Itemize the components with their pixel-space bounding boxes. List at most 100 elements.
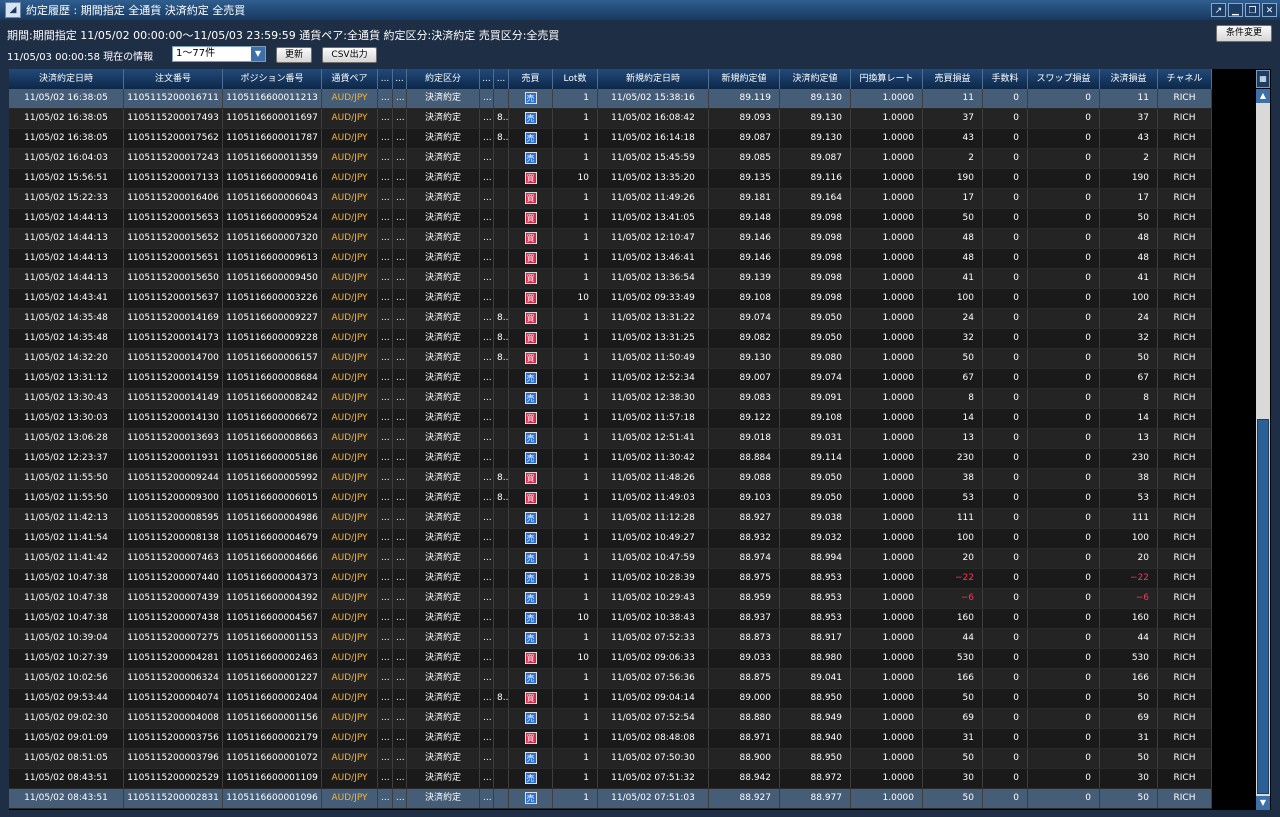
table-row[interactable]: 11/05/02 11:41:42 1105115200007463 1105116…: [9, 549, 1212, 569]
col-header-settle-time[interactable]: 決済約定日時: [9, 69, 124, 89]
cell-col-a: ...: [378, 109, 393, 128]
col-header-trade-type[interactable]: 約定区分: [407, 69, 480, 89]
table-row[interactable]: 11/05/02 08:43:51 1105115200002529 1105116…: [9, 769, 1212, 789]
table-row[interactable]: 11/05/02 13:30:03 1105115200014130 1105116…: [9, 409, 1212, 429]
cell-settle-pnl: 48: [1100, 229, 1158, 248]
col-header-side[interactable]: 売買: [509, 69, 553, 89]
scroll-up-icon[interactable]: ▲: [1256, 89, 1270, 103]
change-conditions-button[interactable]: 条件変更: [1216, 25, 1272, 42]
pin-icon[interactable]: ↗: [1211, 3, 1226, 17]
table-row[interactable]: 11/05/02 14:35:48 1105115200014169 1105116…: [9, 309, 1212, 329]
table-row[interactable]: 11/05/02 11:41:54 1105115200008138 1105116…: [9, 529, 1212, 549]
col-header-channel[interactable]: チャネル: [1158, 69, 1212, 89]
cell-swap-pnl: 0: [1028, 529, 1100, 548]
cell-lots: 1: [553, 449, 598, 468]
table-row[interactable]: 11/05/02 13:06:28 1105115200013693 1105116…: [9, 429, 1212, 449]
col-header-yen-rate[interactable]: 円換算レート: [851, 69, 923, 89]
cell-open-time: 11/05/02 10:49:27: [598, 529, 709, 548]
col-header-settle-pnl[interactable]: 決済損益: [1100, 69, 1158, 89]
cell-lots: 1: [553, 589, 598, 608]
col-header-order-no[interactable]: 注文番号: [124, 69, 223, 89]
col-header-col-c[interactable]: ...: [480, 69, 494, 89]
table-row[interactable]: 11/05/02 11:42:13 1105115200008595 1105116…: [9, 509, 1212, 529]
table-row[interactable]: 11/05/02 10:39:04 1105115200007275 1105116…: [9, 629, 1212, 649]
col-header-open-price[interactable]: 新規約定値: [709, 69, 780, 89]
range-select[interactable]: 1～77件 ▼: [172, 46, 266, 62]
cell-swap-pnl: 0: [1028, 209, 1100, 228]
table-row[interactable]: 11/05/02 16:38:05 1105115200017493 1105116…: [9, 109, 1212, 129]
cell-col-d: [494, 509, 509, 528]
sell-badge: 売: [524, 571, 537, 584]
col-header-lots[interactable]: Lot数: [553, 69, 598, 89]
table-row[interactable]: 11/05/02 10:47:38 1105115200007438 1105116…: [9, 609, 1212, 629]
cell-col-d: [494, 169, 509, 188]
close-icon[interactable]: ✕: [1262, 3, 1277, 17]
table-row[interactable]: 11/05/02 11:55:50 1105115200009244 1105116…: [9, 469, 1212, 489]
cell-currency-pair: AUD/JPY: [322, 449, 378, 468]
cell-col-d: 8...: [494, 129, 509, 148]
cell-trade-type: 決済約定: [407, 769, 480, 788]
col-header-open-time[interactable]: 新規約定日時: [598, 69, 709, 89]
table-row[interactable]: 11/05/02 16:38:05 1105115200017562 1105116…: [9, 129, 1212, 149]
table-row[interactable]: 11/05/02 16:38:05 1105115200016711 1105116…: [9, 89, 1212, 109]
cell-col-b: ...: [393, 429, 407, 448]
scroll-down-icon[interactable]: ▼: [1256, 796, 1270, 810]
chevron-down-icon[interactable]: ▼: [251, 47, 265, 61]
table-row[interactable]: 11/05/02 09:53:44 1105115200004074 1105116…: [9, 689, 1212, 709]
refresh-button[interactable]: 更新: [276, 47, 312, 63]
table-row[interactable]: 11/05/02 12:23:37 1105115200011931 1105116…: [9, 449, 1212, 469]
col-header-trade-pnl[interactable]: 売買損益: [923, 69, 983, 89]
restore-icon[interactable]: ❐: [1245, 3, 1260, 17]
cell-side: 買: [509, 209, 553, 228]
column-settings-icon[interactable]: ▦: [1256, 70, 1270, 88]
table-row[interactable]: 11/05/02 14:44:13 1105115200015650 1105116…: [9, 269, 1212, 289]
col-header-col-b[interactable]: ...: [393, 69, 407, 89]
table-row[interactable]: 11/05/02 13:31:12 1105115200014159 1105116…: [9, 369, 1212, 389]
table-row[interactable]: 11/05/02 14:43:41 1105115200015637 1105116…: [9, 289, 1212, 309]
cell-trade-type: 決済約定: [407, 169, 480, 188]
col-header-close-price[interactable]: 決済約定値: [780, 69, 851, 89]
col-header-swap-pnl[interactable]: スワップ損益: [1028, 69, 1100, 89]
table-row[interactable]: 11/05/02 10:27:39 1105115200004281 1105116…: [9, 649, 1212, 669]
table-row[interactable]: 11/05/02 08:43:51 1105115200002831 1105116…: [9, 789, 1212, 809]
table-row[interactable]: 11/05/02 14:32:20 1105115200014700 1105116…: [9, 349, 1212, 369]
cell-open-price: 89.093: [709, 109, 780, 128]
table-row[interactable]: 11/05/02 10:47:38 1105115200007440 1105116…: [9, 569, 1212, 589]
table-row[interactable]: 11/05/02 14:44:13 1105115200015653 1105116…: [9, 209, 1212, 229]
table-row[interactable]: 11/05/02 14:44:13 1105115200015651 1105116…: [9, 249, 1212, 269]
cell-settle-time: 11/05/02 14:43:41: [9, 289, 124, 308]
col-header-currency-pair[interactable]: 通貨ペア: [322, 69, 378, 89]
cell-swap-pnl: 0: [1028, 549, 1100, 568]
cell-col-d: [494, 209, 509, 228]
table-row[interactable]: 11/05/02 14:44:13 1105115200015652 1105116…: [9, 229, 1212, 249]
table-row[interactable]: 11/05/02 15:22:33 1105115200016406 1105116…: [9, 189, 1212, 209]
scrollbar-thumb[interactable]: [1257, 419, 1269, 794]
cell-position-no: 1105116600008684: [223, 369, 322, 388]
cell-col-b: ...: [393, 249, 407, 268]
table-row[interactable]: 11/05/02 09:01:09 1105115200003756 1105116…: [9, 729, 1212, 749]
table-row[interactable]: 11/05/02 08:51:05 1105115200003796 1105116…: [9, 749, 1212, 769]
cell-swap-pnl: 0: [1028, 249, 1100, 268]
csv-export-button[interactable]: CSV出力: [322, 47, 377, 63]
table-row[interactable]: 11/05/02 10:47:38 1105115200007439 1105116…: [9, 589, 1212, 609]
col-header-col-a[interactable]: ...: [378, 69, 393, 89]
table-row[interactable]: 11/05/02 10:02:56 1105115200006324 1105116…: [9, 669, 1212, 689]
table-row[interactable]: 11/05/02 15:56:51 1105115200017133 1105116…: [9, 169, 1212, 189]
cell-settle-pnl: 31: [1100, 729, 1158, 748]
cell-open-time: 11/05/02 07:52:33: [598, 629, 709, 648]
table-row[interactable]: 11/05/02 16:04:03 1105115200017243 1105116…: [9, 149, 1212, 169]
table-row[interactable]: 11/05/02 13:30:43 1105115200014149 1105116…: [9, 389, 1212, 409]
cell-fee: 0: [983, 489, 1028, 508]
table-row[interactable]: 11/05/02 11:55:50 1105115200009300 1105116…: [9, 489, 1212, 509]
title-bar[interactable]: ◢ 約定履歴 : 期間指定 全通貨 決済約定 全売買 ↗ ▁ ❐ ✕: [0, 0, 1280, 20]
cell-close-price: 88.953: [780, 609, 851, 628]
vertical-scrollbar[interactable]: ▲ ▼: [1256, 89, 1270, 810]
table-row[interactable]: 11/05/02 09:02:30 1105115200004008 1105116…: [9, 709, 1212, 729]
col-header-fee[interactable]: 手数料: [983, 69, 1028, 89]
col-header-col-d[interactable]: ...: [494, 69, 509, 89]
table-row[interactable]: 11/05/02 14:35:48 1105115200014173 1105116…: [9, 329, 1212, 349]
minimize-icon[interactable]: ▁: [1228, 3, 1243, 17]
cell-fee: 0: [983, 789, 1028, 808]
cell-fee: 0: [983, 109, 1028, 128]
col-header-position-no[interactable]: ポジション番号: [223, 69, 322, 89]
